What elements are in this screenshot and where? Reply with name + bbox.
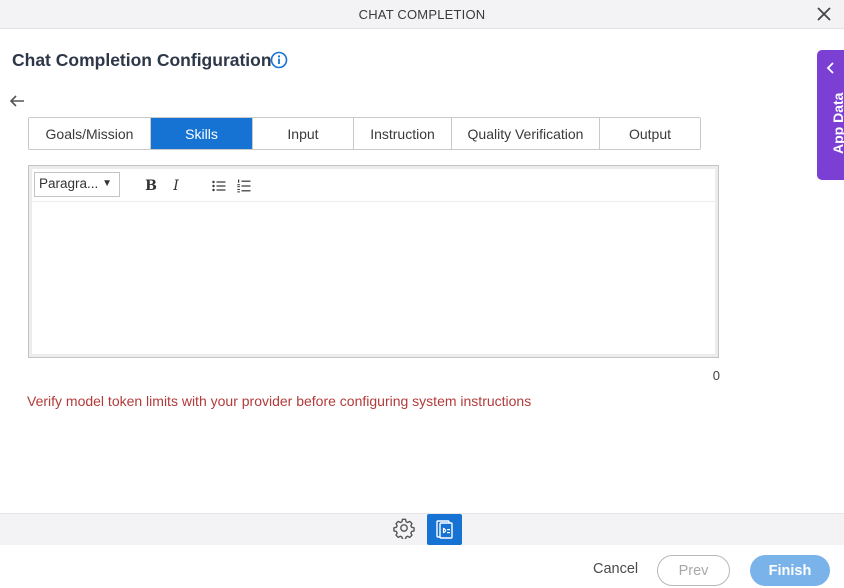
bullet-list-button[interactable] — [210, 177, 228, 195]
character-count: 0 — [712, 368, 720, 383]
document-icon — [436, 520, 453, 539]
chevron-left-icon — [826, 62, 834, 74]
finish-button[interactable]: Finish — [750, 555, 830, 586]
app-data-panel-toggle[interactable]: App Data — [817, 50, 844, 180]
rich-text-editor: Paragra... ▼ B I — [28, 165, 719, 358]
app-data-label: App Data — [830, 92, 844, 154]
tab-input[interactable]: Input — [253, 118, 354, 149]
window-title: CHAT COMPLETION — [358, 7, 486, 22]
numbered-list-icon — [237, 179, 251, 193]
arrow-left-icon[interactable] — [9, 94, 25, 108]
info-icon[interactable] — [270, 51, 288, 69]
bottom-toolbar — [0, 513, 844, 545]
paragraph-format-value: Paragra... — [39, 176, 99, 191]
bullet-list-icon — [212, 180, 226, 192]
tab-bar: Goals/Mission Skills Input Instruction Q… — [28, 117, 701, 150]
italic-button[interactable]: I — [167, 177, 185, 195]
prev-button[interactable]: Prev — [657, 555, 730, 586]
editor-text-area[interactable] — [32, 202, 715, 354]
editor-toolbar: Paragra... ▼ B I — [32, 169, 715, 201]
tab-skills[interactable]: Skills — [151, 118, 253, 149]
page-title: Chat Completion Configuration — [12, 50, 272, 70]
bold-button[interactable]: B — [142, 177, 160, 195]
tab-goals-mission[interactable]: Goals/Mission — [29, 118, 151, 149]
tab-instruction[interactable]: Instruction — [354, 118, 452, 149]
caret-down-icon: ▼ — [102, 178, 112, 189]
document-button[interactable] — [427, 514, 462, 545]
paragraph-format-select[interactable]: Paragra... ▼ — [34, 172, 120, 197]
tab-quality-verification[interactable]: Quality Verification — [452, 118, 600, 149]
cancel-button[interactable]: Cancel — [593, 561, 638, 577]
title-bar: CHAT COMPLETION — [0, 0, 844, 29]
numbered-list-button[interactable] — [235, 177, 253, 195]
close-icon[interactable] — [816, 6, 832, 22]
token-limit-warning: Verify model token limits with your prov… — [27, 393, 532, 409]
gear-icon[interactable] — [393, 517, 415, 539]
tab-output[interactable]: Output — [600, 118, 700, 149]
